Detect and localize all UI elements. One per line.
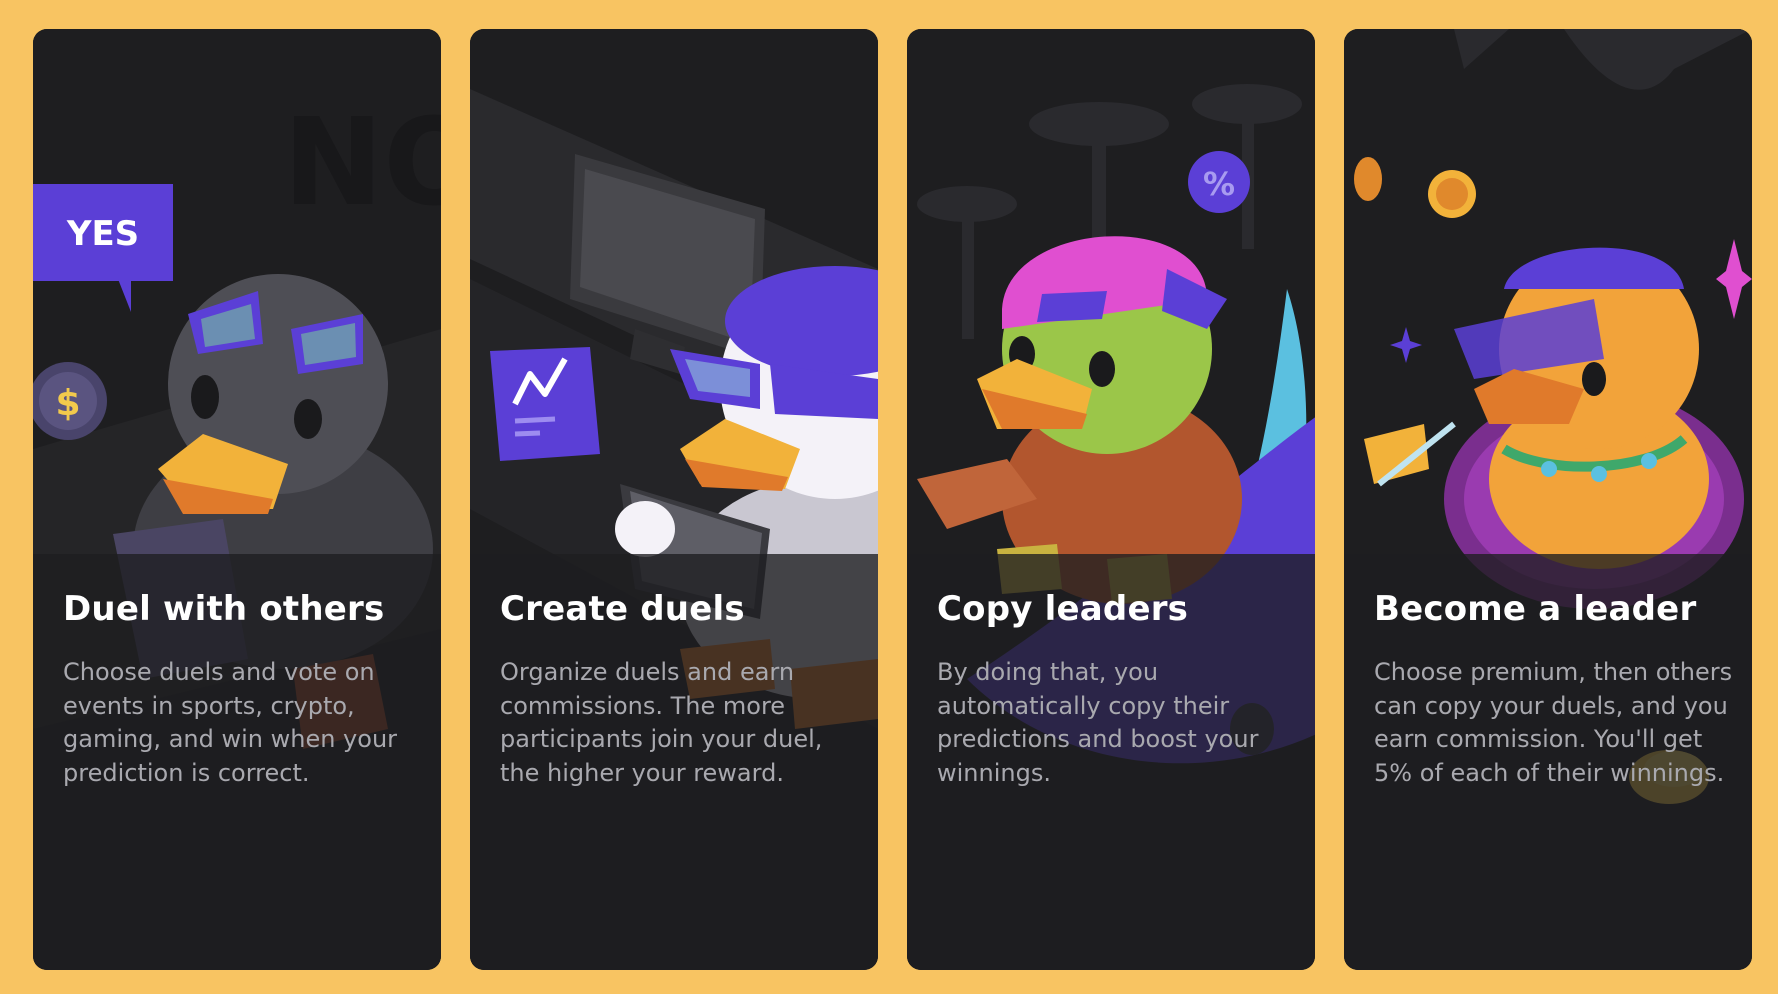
no-background-text: NO: [283, 94, 441, 233]
svg-text:$: $: [55, 383, 80, 424]
card-description: Organize duels and earn commissions. The…: [500, 658, 823, 787]
yes-label: YES: [66, 214, 139, 254]
feature-card-duel-with-others[interactable]: NO YES $ Duel with others Choose duels a…: [33, 29, 441, 970]
card-description: By doing that, you automatically copy th…: [937, 658, 1259, 787]
card-title: Become a leader: [1374, 589, 1697, 629]
chart-document-icon: [490, 347, 600, 461]
percent-bubble-icon: %: [1188, 151, 1250, 213]
feature-card-create-duels[interactable]: Create duels Organize duels and earn com…: [470, 29, 878, 970]
feature-card-copy-leaders[interactable]: % Copy leaders By doing that, you automa…: [907, 29, 1315, 970]
feature-card-become-a-leader[interactable]: Become a leader Choose premium, then oth…: [1344, 29, 1752, 970]
card-title: Duel with others: [63, 589, 385, 629]
card-description: Choose duels and vote on events in sport…: [63, 658, 398, 787]
card-title: Copy leaders: [937, 589, 1189, 629]
svg-text:%: %: [1203, 165, 1235, 203]
card-description: Choose premium, then others can copy you…: [1374, 658, 1733, 787]
card-title: Create duels: [500, 589, 745, 629]
